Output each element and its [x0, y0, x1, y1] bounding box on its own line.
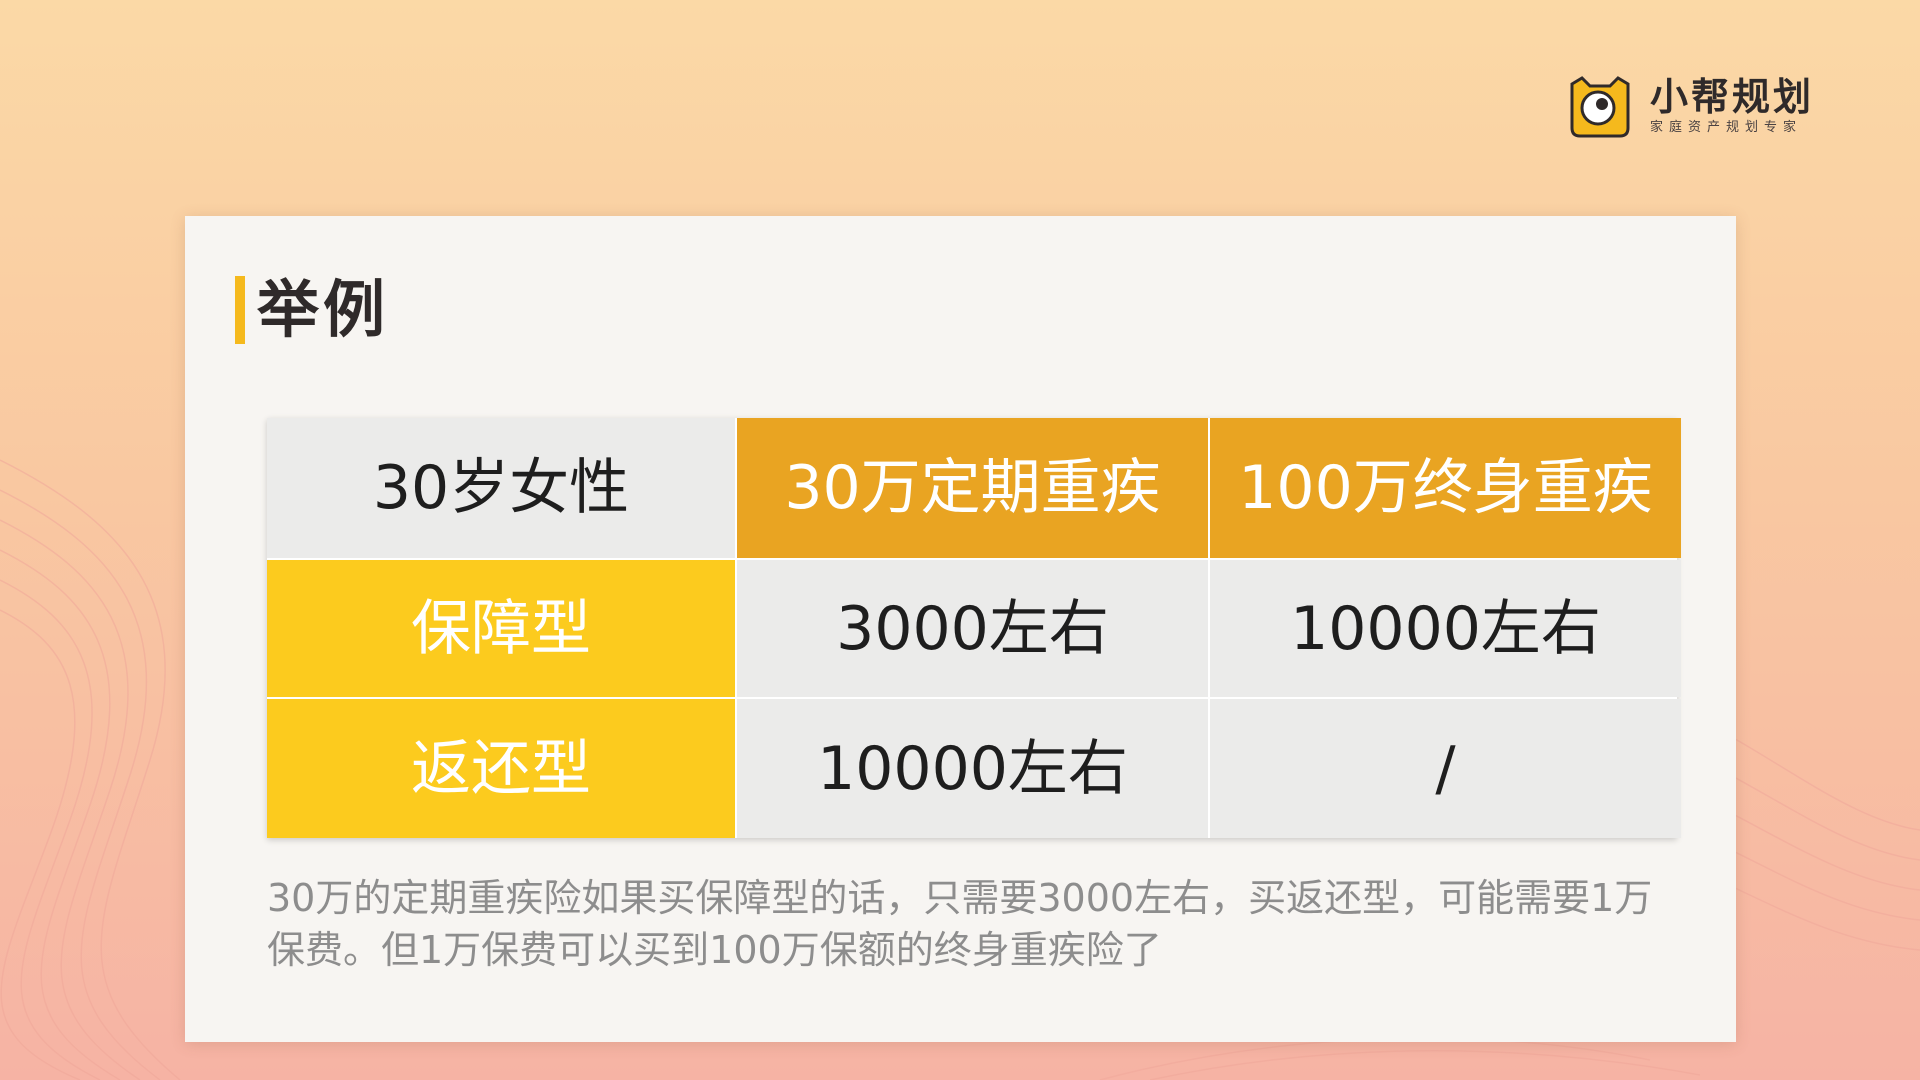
table-row-label: 保障型	[267, 560, 735, 697]
table-cell: 10000左右	[737, 699, 1208, 838]
table-cell: /	[1210, 699, 1681, 838]
table-header-cell: 30万定期重疾	[737, 418, 1208, 558]
table-header-cell: 100万终身重疾	[1210, 418, 1681, 558]
page-title: 举例	[257, 273, 390, 346]
brand-logo: 小帮规划 家庭资产规划专家	[1564, 70, 1814, 142]
brand-tagline: 家庭资产规划专家	[1649, 120, 1802, 135]
brand-name: 小帮规划	[1649, 75, 1814, 119]
heading-accent-bar	[235, 276, 245, 344]
content-card: 举例 30岁女性 30万定期重疾 100万终身重疾 保障型 3000左右 100…	[185, 216, 1736, 1042]
comparison-table: 30岁女性 30万定期重疾 100万终身重疾 保障型 3000左右 10000左…	[267, 418, 1681, 838]
table-header-cell: 30岁女性	[267, 418, 735, 558]
table-row-label: 返还型	[267, 699, 735, 838]
owl-logo-icon	[1570, 76, 1630, 138]
section-heading: 举例	[235, 274, 389, 346]
table-cell: 10000左右	[1210, 560, 1681, 697]
explanation-text: 30万的定期重疾险如果买保障型的话，只需要3000左右，买返还型，可能需要1万保…	[267, 876, 1653, 972]
table-cell: 3000左右	[737, 560, 1208, 697]
